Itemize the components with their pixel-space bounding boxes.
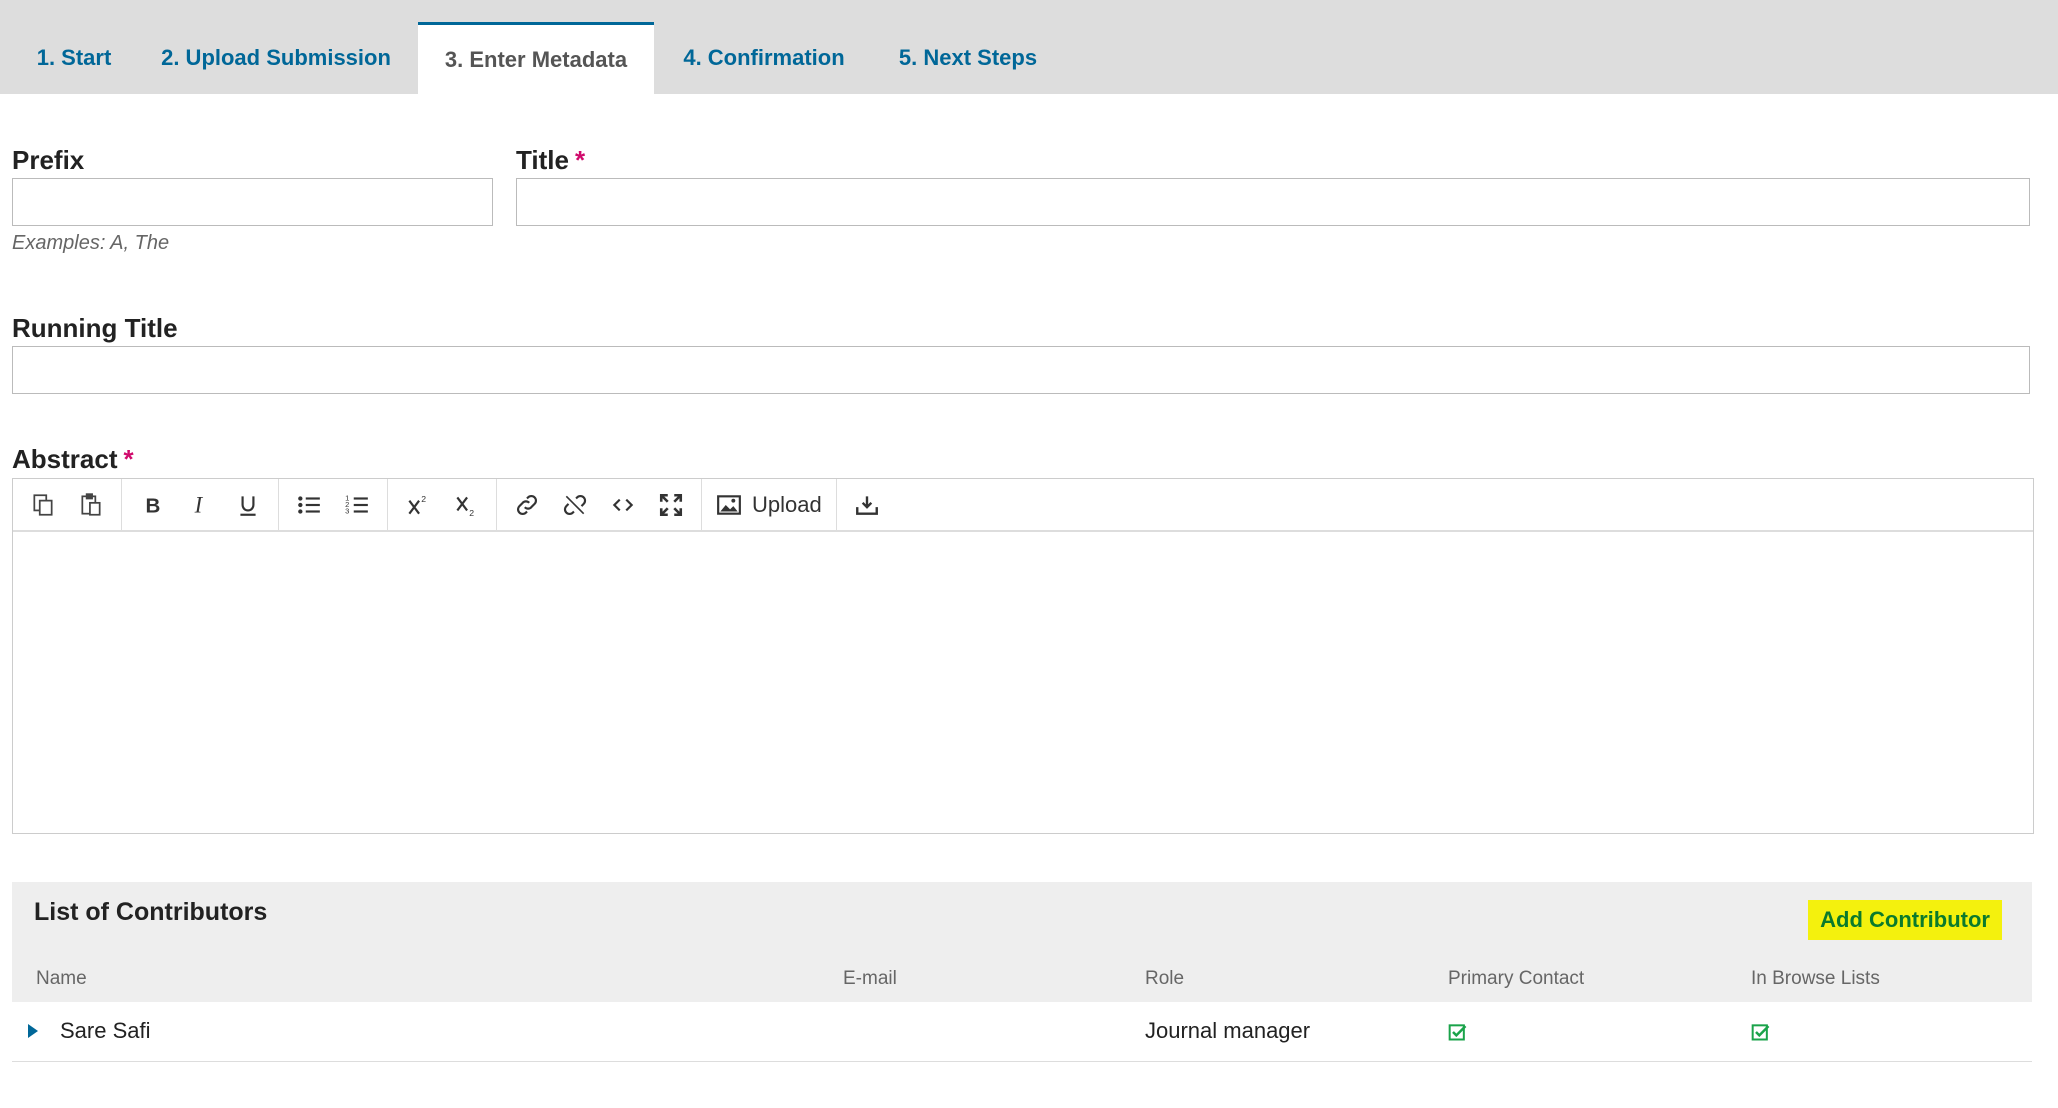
toolbar-group-format: B I [122, 479, 279, 530]
subscript-icon[interactable]: 2 [442, 483, 490, 527]
column-header-in-browse-lists: In Browse Lists [1751, 968, 1880, 989]
copy-icon[interactable] [19, 483, 67, 527]
underline-icon[interactable] [224, 483, 272, 527]
svg-text:3: 3 [345, 506, 349, 515]
tab-upload-submission[interactable]: 2. Upload Submission [148, 22, 404, 94]
abstract-editor-body[interactable] [13, 534, 2033, 833]
abstract-editor: B I 123 2 2 Upload [12, 478, 2034, 834]
toolbar-group-upload: Upload [702, 479, 837, 530]
title-label-text: Title [516, 145, 569, 175]
running-title-input[interactable] [12, 346, 2030, 394]
prefix-hint: Examples: A, The [12, 232, 170, 254]
svg-text:2: 2 [469, 507, 474, 517]
import-icon[interactable] [843, 483, 891, 527]
title-label: Title * [516, 145, 585, 176]
italic-icon[interactable]: I [176, 483, 224, 527]
toolbar-group-insert [497, 479, 702, 530]
in-browse-lists-check-icon[interactable] [1751, 1022, 1771, 1042]
fullscreen-icon[interactable] [647, 483, 695, 527]
upload-image-button[interactable]: Upload [708, 483, 830, 527]
link-icon[interactable] [503, 483, 551, 527]
tab-next-steps[interactable]: 5. Next Steps [884, 22, 1052, 94]
tab-confirmation[interactable]: 4. Confirmation [668, 22, 860, 94]
tab-enter-metadata[interactable]: 3. Enter Metadata [418, 22, 654, 94]
toolbar-group-script: 2 2 [388, 479, 497, 530]
column-header-primary-contact: Primary Contact [1448, 968, 1585, 989]
code-icon[interactable] [599, 483, 647, 527]
svg-text:I: I [194, 492, 204, 517]
image-icon [717, 494, 741, 515]
contributor-name: Sare Safi [60, 1018, 151, 1043]
unlink-icon[interactable] [551, 483, 599, 527]
bullet-list-icon[interactable] [285, 483, 333, 527]
column-header-email: E-mail [843, 968, 897, 989]
svg-text:2: 2 [421, 493, 426, 503]
tab-start[interactable]: 1. Start [18, 22, 130, 94]
table-row: Sare Safi Journal manager [12, 1002, 2032, 1062]
title-input[interactable] [516, 178, 2030, 226]
contributor-role: Journal manager [1145, 1018, 1311, 1043]
contributors-panel: List of Contributors Add Contributor Nam… [12, 882, 2032, 1062]
toolbar-group-clipboard [13, 479, 122, 530]
add-contributor-button[interactable]: Add Contributor [1808, 900, 2002, 940]
abstract-label: Abstract * [12, 444, 134, 475]
contributors-title: List of Contributors [34, 898, 268, 926]
superscript-icon[interactable]: 2 [394, 483, 442, 527]
editor-toolbar: B I 123 2 2 Upload [13, 479, 2033, 532]
prefix-label: Prefix [12, 145, 85, 175]
expand-row-icon[interactable] [28, 1024, 38, 1038]
running-title-label: Running Title [12, 313, 178, 343]
primary-contact-check-icon[interactable] [1448, 1022, 1468, 1042]
paste-icon[interactable] [67, 483, 115, 527]
abstract-label-text: Abstract [12, 444, 118, 474]
column-header-role: Role [1145, 968, 1185, 989]
svg-text:B: B [146, 494, 161, 517]
wizard-tabbar: 1. Start 2. Upload Submission 3. Enter M… [0, 0, 2058, 94]
toolbar-group-lists: 123 [279, 479, 388, 530]
bold-icon[interactable]: B [128, 483, 176, 527]
column-header-name: Name [36, 968, 87, 989]
required-mark: * [574, 145, 586, 175]
required-mark: * [123, 444, 134, 474]
prefix-input[interactable] [12, 178, 493, 226]
upload-label: Upload [752, 491, 822, 517]
toolbar-group-import [837, 479, 897, 530]
numbered-list-icon[interactable]: 123 [333, 483, 381, 527]
